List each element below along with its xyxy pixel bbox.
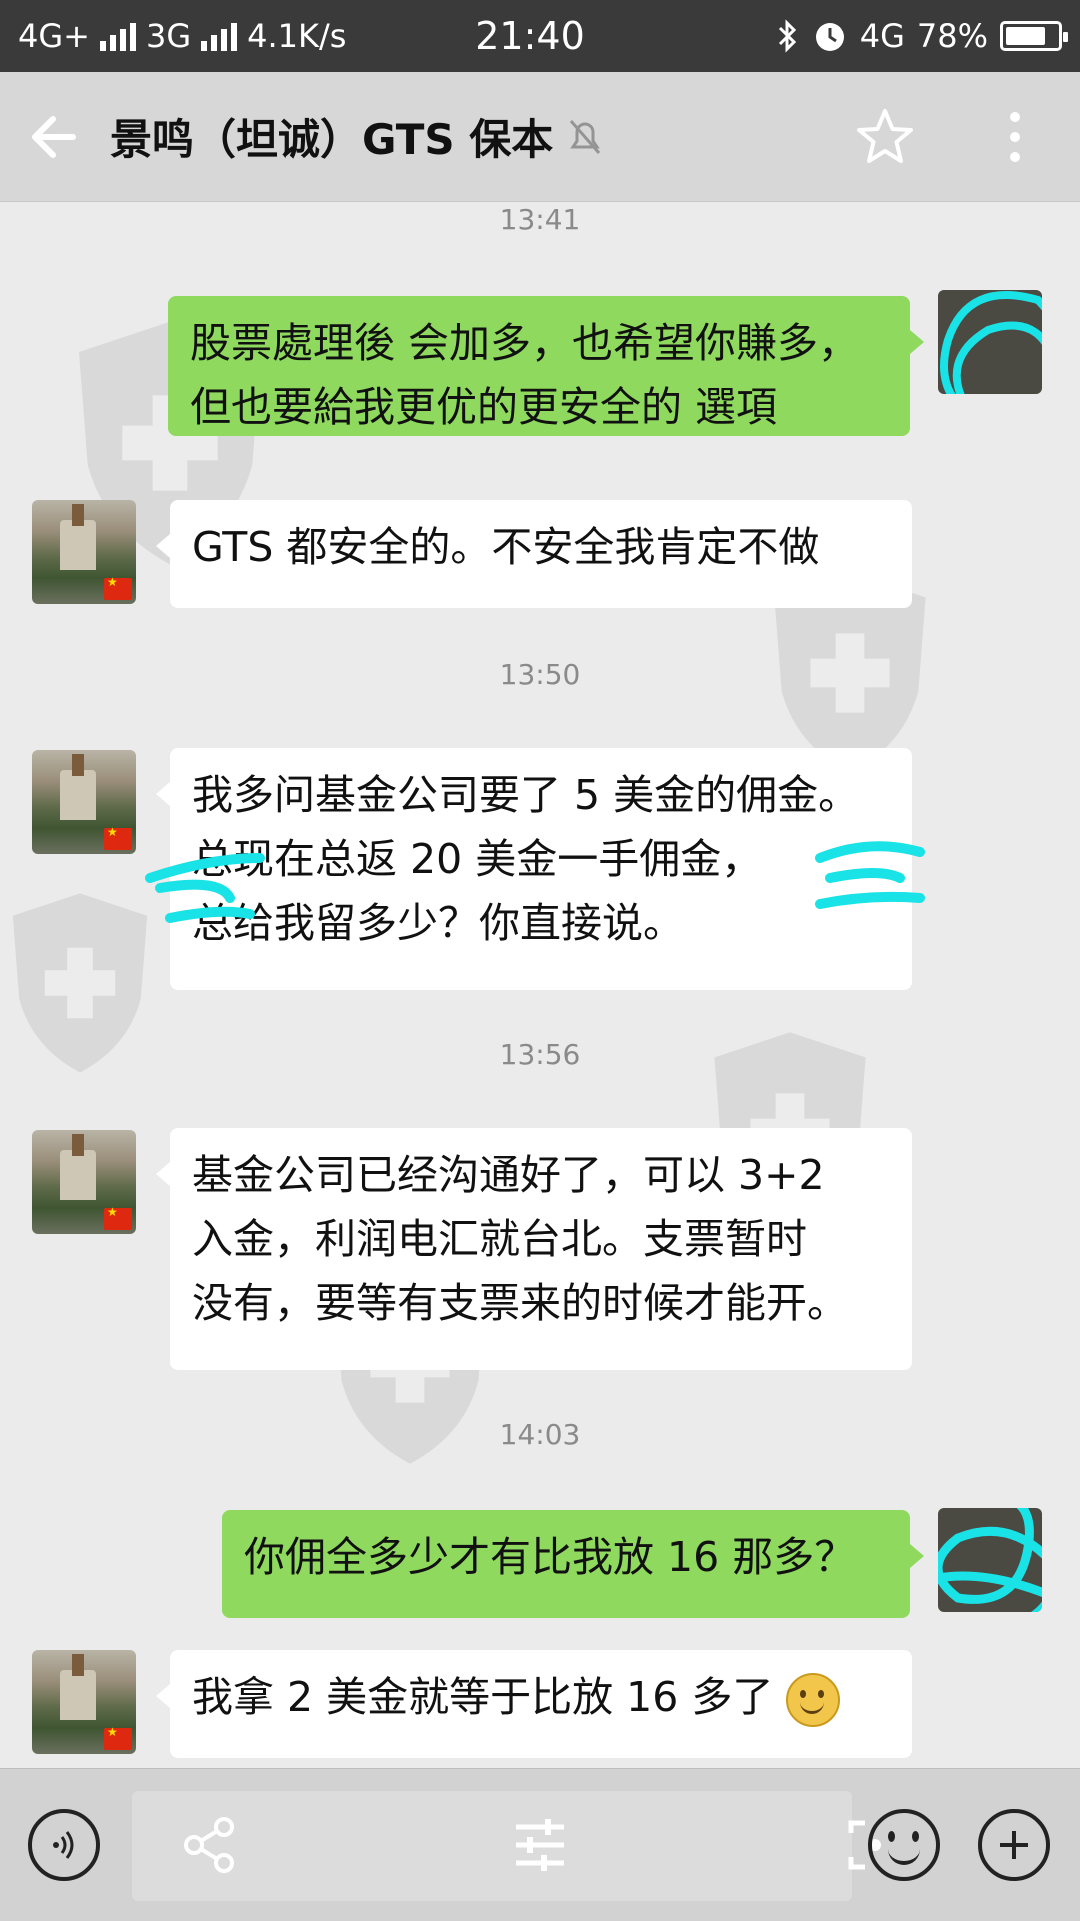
plus-button[interactable]	[978, 1809, 1050, 1881]
battery-icon	[1000, 21, 1068, 51]
redaction-scribble	[815, 841, 925, 909]
more-button[interactable]	[980, 92, 1050, 182]
adjust-button[interactable]	[500, 1809, 580, 1881]
message-timestamp: 14:03	[499, 1418, 581, 1451]
message-line: 但也要給我更优的更安全的 選項	[190, 383, 778, 431]
contact-avatar[interactable]	[32, 500, 136, 604]
contact-avatar[interactable]	[32, 1650, 136, 1754]
message-bubble-incoming[interactable]: 我多问基金公司要了 5 美金的佣金。 总现在总返 20 美金一手佣金， 总给我留…	[145, 748, 925, 990]
signal-icon	[99, 21, 136, 51]
contact-avatar[interactable]	[32, 1130, 136, 1234]
adjust-icon	[516, 1819, 564, 1871]
message-line: 我拿 2 美金就等于比放 16 多了	[192, 1673, 774, 1721]
contact-avatar[interactable]	[32, 750, 136, 854]
message-line: 总给我留多少？你直接说。	[192, 899, 684, 947]
message-line: 入金，利润电汇就台北。支票暂时	[192, 1215, 807, 1263]
share-button[interactable]	[170, 1809, 250, 1881]
message-timestamp: 13:41	[499, 203, 581, 236]
my-avatar[interactable]	[938, 290, 1042, 394]
star-icon	[857, 108, 913, 163]
status-bar: 4G+ 3G 4.1K/s 21:40 4G 78%	[0, 0, 1080, 72]
message-line: 股票處理後 会加多，也希望你賺多，	[190, 319, 860, 367]
battery-percent: 78%	[916, 17, 988, 55]
message-line: GTS 都安全的。不安全我肯定不做	[192, 523, 820, 571]
message-timestamp: 13:56	[499, 1038, 581, 1071]
more-dot	[1010, 151, 1020, 162]
chat-header: 景鸣（坦诚）GTS 保本	[0, 72, 1080, 202]
message-bubble-incoming[interactable]: 我拿 2 美金就等于比放 16 多了	[156, 1650, 912, 1758]
china-flag-icon	[104, 1205, 132, 1230]
message-bubble-incoming[interactable]: GTS 都安全的。不安全我肯定不做	[156, 500, 912, 608]
redaction-scribble	[145, 853, 265, 923]
message-line: 总现在总返 20 美金一手佣金，	[192, 835, 763, 883]
star-button[interactable]	[840, 92, 930, 182]
my-avatar[interactable]	[938, 1508, 1042, 1612]
network-type-label: 4G+	[18, 17, 90, 55]
more-dots-icon	[1010, 111, 1020, 122]
china-flag-icon	[104, 825, 132, 850]
china-flag-icon	[104, 1725, 132, 1750]
smile-emoji-icon	[786, 1673, 841, 1727]
clock: 21:40	[475, 14, 585, 58]
message-bubble-outgoing[interactable]: 你佣全多少才有比我放 16 那多？	[222, 1510, 924, 1618]
alarm-icon	[815, 23, 844, 51]
signal-icon-2	[201, 21, 238, 51]
emoji-button[interactable]	[868, 1809, 940, 1881]
mute-bell-icon	[570, 119, 601, 154]
redaction-scribble	[940, 291, 1042, 394]
network-speed: 4.1K/s	[247, 17, 347, 55]
message-line: 没有，要等有支票来的时候才能开。	[192, 1279, 848, 1327]
message-bubble-outgoing[interactable]: 股票處理後 会加多，也希望你賺多， 但也要給我更优的更安全的 選項	[168, 296, 924, 436]
redaction-scribble	[938, 1508, 1042, 1612]
back-arrow-icon	[32, 115, 76, 158]
input-toolbar	[0, 1768, 1080, 1921]
message-line: 我多问基金公司要了 5 美金的佣金。	[192, 771, 860, 819]
bluetooth-icon	[778, 19, 796, 53]
voice-button[interactable]	[28, 1809, 100, 1881]
message-line: 基金公司已经沟通好了，可以 3+2	[192, 1151, 825, 1199]
chat-title: 景鸣（坦诚）GTS 保本	[110, 115, 554, 164]
message-line: 你佣全多少才有比我放 16 那多？	[244, 1533, 856, 1581]
share-icon	[184, 1817, 234, 1873]
china-flag-icon	[104, 575, 132, 600]
voice-icon	[53, 1831, 74, 1859]
more-dot	[1010, 131, 1020, 142]
message-list[interactable]: 13:41 股票處理後 会加多，也希望你賺多， 但也要給我更优的更安全的 選項 …	[0, 203, 1080, 1768]
message-timestamp: 13:50	[499, 658, 581, 691]
back-button[interactable]	[0, 72, 110, 202]
message-bubble-incoming[interactable]: 基金公司已经沟通好了，可以 3+2 入金，利润电汇就台北。支票暂时 没有，要等有…	[156, 1128, 912, 1370]
network-type-label-2: 3G	[145, 17, 192, 55]
plus-icon	[1000, 1831, 1028, 1859]
network-type-right: 4G	[859, 17, 905, 55]
